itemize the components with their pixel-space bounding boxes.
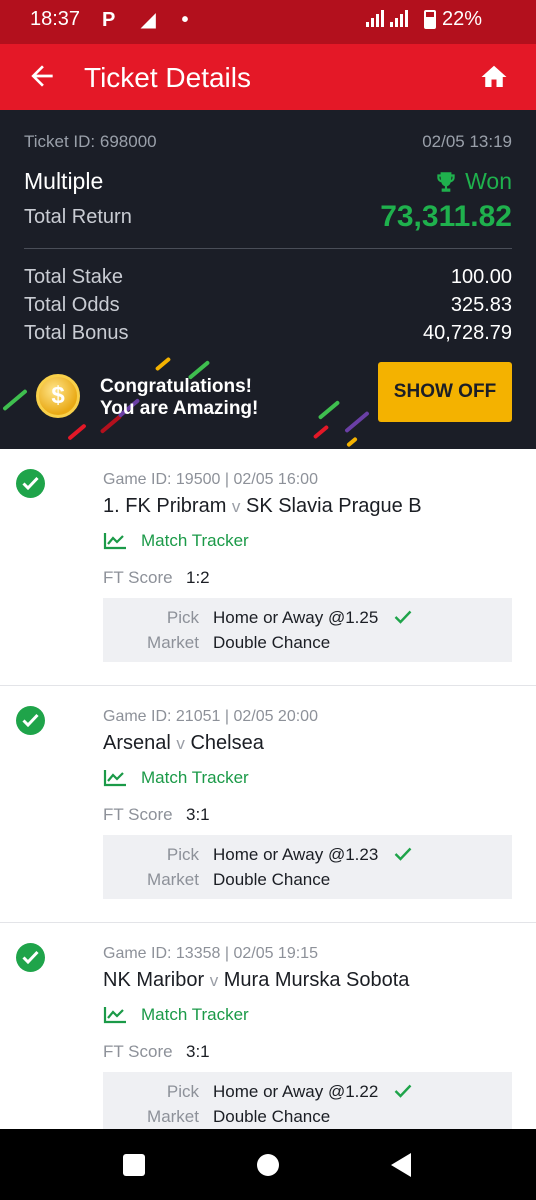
home-team: NK Maribor xyxy=(103,969,205,991)
total-stake-label: Total Stake xyxy=(24,266,123,288)
battery-icon xyxy=(424,10,436,29)
total-return-label: Total Return xyxy=(24,206,132,228)
total-return-value: 73,311.82 xyxy=(380,200,512,233)
pick-value: Home or Away @1.22 xyxy=(213,1082,379,1101)
ft-score-label: FT Score xyxy=(103,805,173,824)
pick-details: Pick Home or Away @1.25 Market Double Ch… xyxy=(103,598,512,662)
match-tracker-link[interactable]: Match Tracker xyxy=(103,768,249,788)
market-value: Double Chance xyxy=(213,870,331,889)
ticket-type: Multiple xyxy=(24,168,104,194)
away-team: SK Slavia Prague B xyxy=(245,495,422,517)
chart-line-icon xyxy=(103,533,126,550)
status-badge: Won xyxy=(433,168,512,195)
match-tracker-label: Match Tracker xyxy=(141,1005,249,1024)
match-teams: 1. FK Pribram v SK Slavia Prague B xyxy=(103,495,422,518)
pick-label: Pick xyxy=(166,1082,199,1101)
divider xyxy=(24,248,512,249)
checkmark-icon xyxy=(394,1084,412,1098)
game-id: Game ID: 19500 | 02/05 16:00 xyxy=(103,471,318,488)
pick-details: Pick Home or Away @1.22 Market Double Ch… xyxy=(103,1072,512,1136)
pick-label: Pick xyxy=(166,845,199,864)
status-time: 18:37 xyxy=(30,8,81,30)
total-bonus-label: Total Bonus xyxy=(24,322,129,344)
market-value: Double Chance xyxy=(213,633,331,652)
pick-value: Home or Away @1.23 xyxy=(213,845,379,864)
total-odds-value: 325.83 xyxy=(450,294,512,316)
arrow-left-icon[interactable] xyxy=(26,60,58,92)
checkmark-icon xyxy=(394,610,412,624)
total-bonus-value: 40,728.79 xyxy=(423,322,512,344)
bet-row[interactable]: Game ID: 13358 | 02/05 19:15 NK Maribor … xyxy=(0,923,536,1160)
congrats-banner: $ Congratulations! You are Amazing! SHOW… xyxy=(0,344,536,449)
versus-label: v xyxy=(231,497,241,516)
match-tracker-label: Match Tracker xyxy=(141,531,249,550)
away-team: Chelsea xyxy=(190,732,264,754)
versus-label: v xyxy=(209,971,219,990)
check-circle-icon xyxy=(16,706,45,735)
pick-value: Home or Away @1.25 xyxy=(213,608,379,627)
signal-icon xyxy=(366,9,408,27)
back-triangle-icon[interactable] xyxy=(389,1151,413,1179)
market-value: Double Chance xyxy=(213,1107,331,1126)
pick-label: Pick xyxy=(166,608,199,627)
bet-row[interactable]: Game ID: 21051 | 02/05 20:00 Arsenal v C… xyxy=(0,686,536,923)
check-circle-icon xyxy=(16,943,45,972)
home-circle-icon[interactable] xyxy=(257,1154,279,1176)
ft-score-value: 3:1 xyxy=(186,1042,210,1061)
bet-row[interactable]: Game ID: 19500 | 02/05 16:00 1. FK Pribr… xyxy=(0,449,536,686)
checkmark-icon xyxy=(394,847,412,861)
page-title: Ticket Details xyxy=(84,62,252,93)
status-text: Won xyxy=(465,168,512,194)
congrats-line-1: Congratulations! xyxy=(100,376,252,397)
ticket-summary: Ticket ID: 698000 02/05 13:19 Multiple W… xyxy=(0,110,536,449)
status-bar: 18:37 P ◢ • 22% xyxy=(0,0,536,44)
game-id: Game ID: 13358 | 02/05 19:15 xyxy=(103,945,318,962)
total-stake-value: 100.00 xyxy=(450,266,512,288)
system-nav-bar xyxy=(0,1129,536,1200)
coin-icon: $ xyxy=(36,374,80,418)
check-circle-icon xyxy=(16,469,45,498)
chart-line-icon xyxy=(103,1007,126,1024)
pick-details: Pick Home or Away @1.23 Market Double Ch… xyxy=(103,835,512,899)
total-odds-label: Total Odds xyxy=(24,294,120,316)
versus-label: v xyxy=(176,734,185,753)
match-tracker-label: Match Tracker xyxy=(141,768,249,787)
home-team: Arsenal xyxy=(103,732,171,754)
ft-score-label: FT Score xyxy=(103,1042,173,1061)
chart-line-icon xyxy=(103,770,126,787)
away-team: Mura Murska Sobota xyxy=(223,969,410,991)
ticket-datetime: 02/05 13:19 xyxy=(422,132,512,151)
ft-score-value: 1:2 xyxy=(186,568,210,587)
game-id: Game ID: 21051 | 02/05 20:00 xyxy=(103,708,318,725)
match-tracker-link[interactable]: Match Tracker xyxy=(103,1005,249,1025)
match-teams: Arsenal v Chelsea xyxy=(103,732,264,755)
market-label: Market xyxy=(147,633,199,652)
match-tracker-link[interactable]: Match Tracker xyxy=(103,531,249,551)
ticket-id: Ticket ID: 698000 xyxy=(24,132,157,151)
home-team: 1. FK Pribram xyxy=(103,495,227,517)
home-icon[interactable] xyxy=(478,62,510,92)
battery-percent: 22% xyxy=(441,8,482,30)
ft-score-value: 3:1 xyxy=(186,805,210,824)
ft-score-label: FT Score xyxy=(103,568,173,587)
market-label: Market xyxy=(147,870,199,889)
trophy-icon xyxy=(437,171,455,192)
show-off-button[interactable]: SHOW OFF xyxy=(378,362,512,422)
match-teams: NK Maribor v Mura Murska Sobota xyxy=(103,969,409,992)
congrats-text: Congratulations! You are Amazing! xyxy=(100,376,258,420)
recents-square-icon[interactable] xyxy=(123,1154,145,1176)
congrats-line-2: You are Amazing! xyxy=(100,398,259,419)
notification-icons: P ◢ • xyxy=(102,9,199,31)
app-bar: Ticket Details xyxy=(0,44,536,110)
market-label: Market xyxy=(147,1107,199,1126)
